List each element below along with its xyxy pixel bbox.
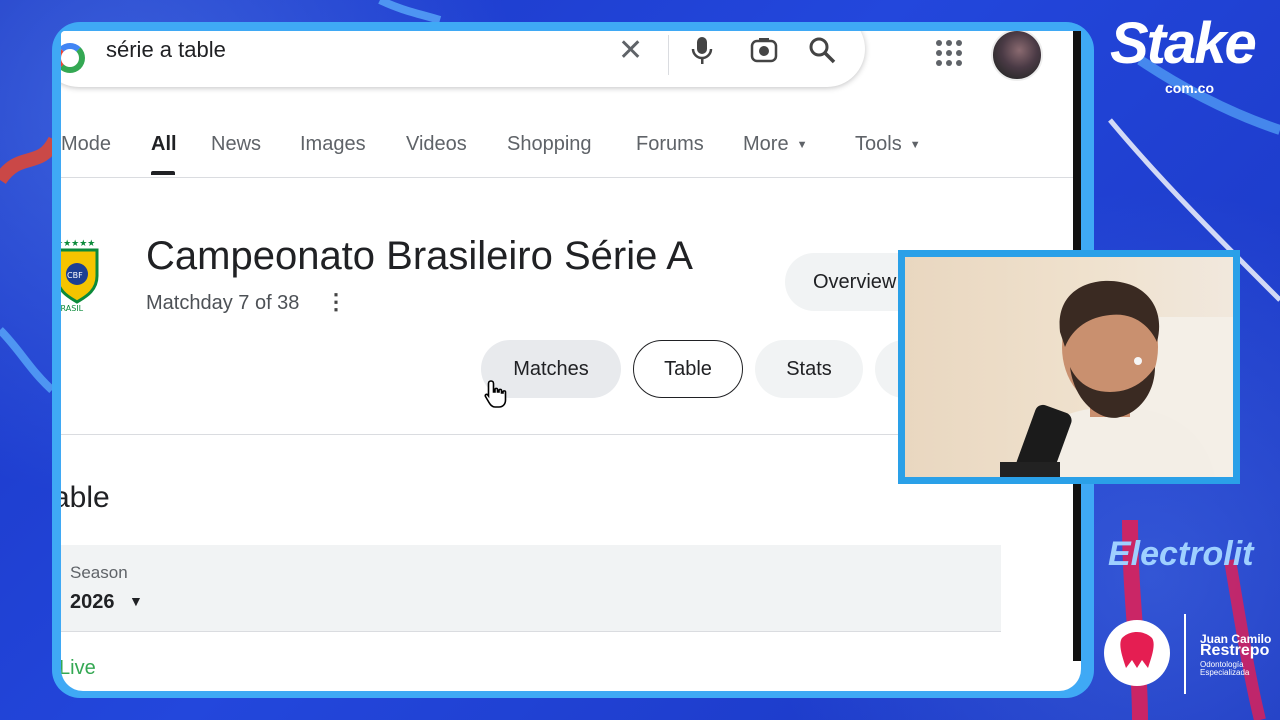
microphone-icon[interactable] xyxy=(689,35,715,70)
tab-forums[interactable]: Forums xyxy=(636,133,704,156)
tab-more[interactable]: More ▼ xyxy=(743,133,807,156)
clear-icon[interactable]: ✕ xyxy=(618,33,643,68)
camera-lens-icon[interactable] xyxy=(749,35,779,70)
google-logo-icon xyxy=(61,43,85,73)
stake-logo: Stake xyxy=(1110,11,1257,76)
active-tab-indicator xyxy=(151,171,175,175)
stats-chip[interactable]: Stats xyxy=(755,340,863,398)
tab-videos[interactable]: Videos xyxy=(406,133,467,156)
tab-all[interactable]: All xyxy=(151,133,177,156)
sponsor-last-name: Restrepo xyxy=(1200,642,1270,659)
account-avatar[interactable] xyxy=(991,31,1043,81)
competition-title: Campeonato Brasileiro Série A xyxy=(146,234,693,278)
search-bar[interactable]: série a table ✕ xyxy=(61,31,865,87)
search-input[interactable]: série a table xyxy=(106,37,226,63)
sponsor-separator xyxy=(1184,614,1186,694)
caret-down-icon: ▼ xyxy=(796,138,808,151)
svg-text:CBF: CBF xyxy=(67,271,83,280)
webcam-video xyxy=(905,257,1233,477)
search-icon[interactable] xyxy=(807,35,837,70)
season-value: 2026 xyxy=(70,591,115,613)
tab-images[interactable]: Images xyxy=(300,133,366,156)
caret-down-icon: ▼ xyxy=(129,593,143,609)
hand-cursor-icon xyxy=(484,380,507,408)
tab-shopping[interactable]: Shopping xyxy=(507,133,592,156)
webcam-overlay xyxy=(898,250,1240,484)
tab-tools[interactable]: Tools ▼ xyxy=(855,133,921,156)
search-tabs: Mode All News Images Videos Shopping For… xyxy=(61,131,1081,178)
caret-down-icon: ▼ xyxy=(909,138,921,151)
tab-more-label: More xyxy=(743,133,789,155)
stake-domain: com.co xyxy=(1165,80,1215,96)
season-label: Season xyxy=(70,563,128,582)
season-selector[interactable]: Season 2026 ▼ xyxy=(61,545,1001,632)
sponsor-tagline-2: Especializada xyxy=(1200,668,1250,677)
tab-news[interactable]: News xyxy=(211,133,261,156)
more-options-icon[interactable]: ⋮ xyxy=(325,289,347,315)
svg-text:★★★★★: ★★★★★ xyxy=(61,239,95,249)
table-section-title: able xyxy=(61,481,110,514)
electrolit-logo: Electrolit xyxy=(1108,535,1254,573)
presenter-image xyxy=(1000,280,1233,477)
table-chip[interactable]: Table xyxy=(633,340,743,398)
matchday-text: Matchday 7 of 38 xyxy=(146,292,300,314)
crest-text: BRASIL xyxy=(61,304,84,312)
apps-grid-icon[interactable] xyxy=(935,39,963,72)
tab-ai-mode[interactable]: Mode xyxy=(61,133,111,156)
live-label: Live xyxy=(61,657,96,679)
cbf-crest-icon: ★★★★★ CBF BRASIL xyxy=(61,239,99,312)
tab-tools-label: Tools xyxy=(855,133,902,155)
search-divider xyxy=(668,35,669,75)
dental-tooth-logo-icon xyxy=(1104,620,1170,686)
